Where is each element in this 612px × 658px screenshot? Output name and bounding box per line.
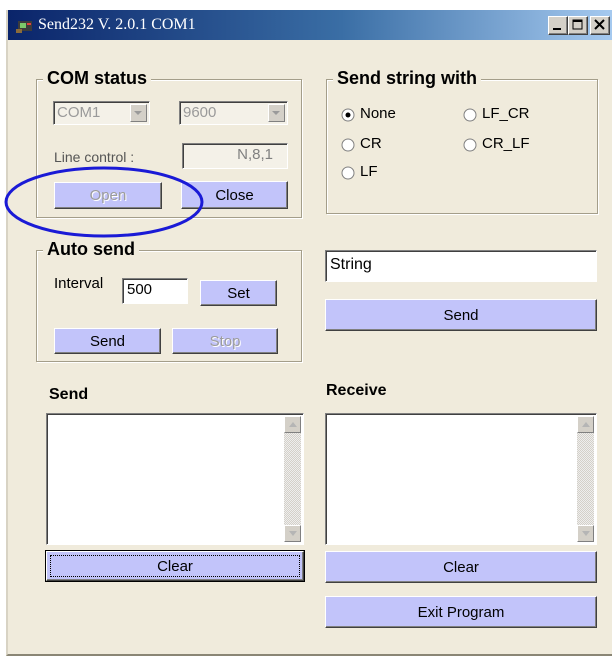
- port-dropdown-button[interactable]: [130, 104, 147, 122]
- interval-label: Interval: [54, 275, 104, 292]
- chevron-down-icon: [134, 111, 142, 115]
- exit-program-button[interactable]: Exit Program: [325, 596, 597, 628]
- window-title: Send232 V. 2.0.1 COM1: [38, 16, 196, 33]
- send-clear-button[interactable]: Clear: [45, 550, 305, 582]
- send-panel-title: Send: [49, 386, 89, 403]
- radio-cr-lf[interactable]: [463, 138, 477, 152]
- scroll-up-button[interactable]: [577, 416, 594, 433]
- scroll-down-button[interactable]: [284, 525, 301, 542]
- radio-cr[interactable]: [341, 138, 355, 152]
- receive-panel-title: Receive: [326, 382, 387, 399]
- set-interval-button[interactable]: Set: [200, 280, 277, 306]
- string-input[interactable]: String: [325, 250, 597, 282]
- app-icon: [16, 21, 32, 33]
- radio-lf-cr[interactable]: [463, 108, 477, 122]
- radio-lf[interactable]: [341, 166, 355, 180]
- chevron-down-icon: [272, 111, 280, 115]
- radio-lf-cr-label: LF_CR: [482, 105, 530, 122]
- auto-send-button[interactable]: Send: [54, 328, 161, 354]
- line-control-field: N,8,1: [182, 143, 288, 169]
- scroll-down-button[interactable]: [577, 525, 594, 542]
- com-status-title: COM status: [43, 66, 152, 90]
- port-select[interactable]: COM1: [53, 101, 150, 125]
- minimize-button[interactable]: [548, 16, 568, 35]
- stop-button[interactable]: Stop: [172, 328, 278, 354]
- send-list[interactable]: [46, 413, 304, 545]
- title-bar[interactable]: Send232 V. 2.0.1 COM1: [8, 10, 612, 40]
- receive-list-scrollbar[interactable]: [577, 416, 594, 542]
- arrow-down-icon: [289, 531, 297, 536]
- radio-cr-label: CR: [360, 135, 382, 152]
- baud-select[interactable]: 9600: [179, 101, 288, 125]
- port-value: COM1: [57, 104, 101, 121]
- arrow-down-icon: [582, 531, 590, 536]
- scroll-up-button[interactable]: [284, 416, 301, 433]
- line-control-label: Line control :: [54, 149, 135, 165]
- receive-clear-button[interactable]: Clear: [325, 551, 597, 583]
- receive-list[interactable]: [325, 413, 597, 545]
- maximize-button[interactable]: [568, 16, 588, 35]
- maximize-icon: [572, 19, 583, 30]
- send232-window: Send232 V. 2.0.1 COM1 COM status COM1 96…: [6, 10, 612, 656]
- close-window-button[interactable]: [590, 16, 610, 35]
- radio-cr-lf-label: CR_LF: [482, 135, 530, 152]
- radio-none-label: None: [360, 105, 396, 122]
- baud-dropdown-button[interactable]: [268, 104, 285, 122]
- baud-value: 9600: [183, 104, 217, 121]
- send-string-with-title: Send string with: [333, 66, 482, 90]
- auto-send-title: Auto send: [43, 237, 139, 261]
- open-button[interactable]: Open: [54, 182, 162, 209]
- arrow-up-icon: [582, 422, 590, 427]
- minimize-icon: [553, 28, 561, 30]
- send-list-scrollbar[interactable]: [284, 416, 301, 542]
- radio-none[interactable]: [341, 108, 355, 122]
- radio-lf-label: LF: [360, 163, 378, 180]
- send-string-button[interactable]: Send: [325, 299, 597, 331]
- interval-input[interactable]: 500: [122, 278, 188, 304]
- arrow-up-icon: [289, 422, 297, 427]
- close-icon: [594, 19, 605, 30]
- close-port-button[interactable]: Close: [181, 181, 288, 209]
